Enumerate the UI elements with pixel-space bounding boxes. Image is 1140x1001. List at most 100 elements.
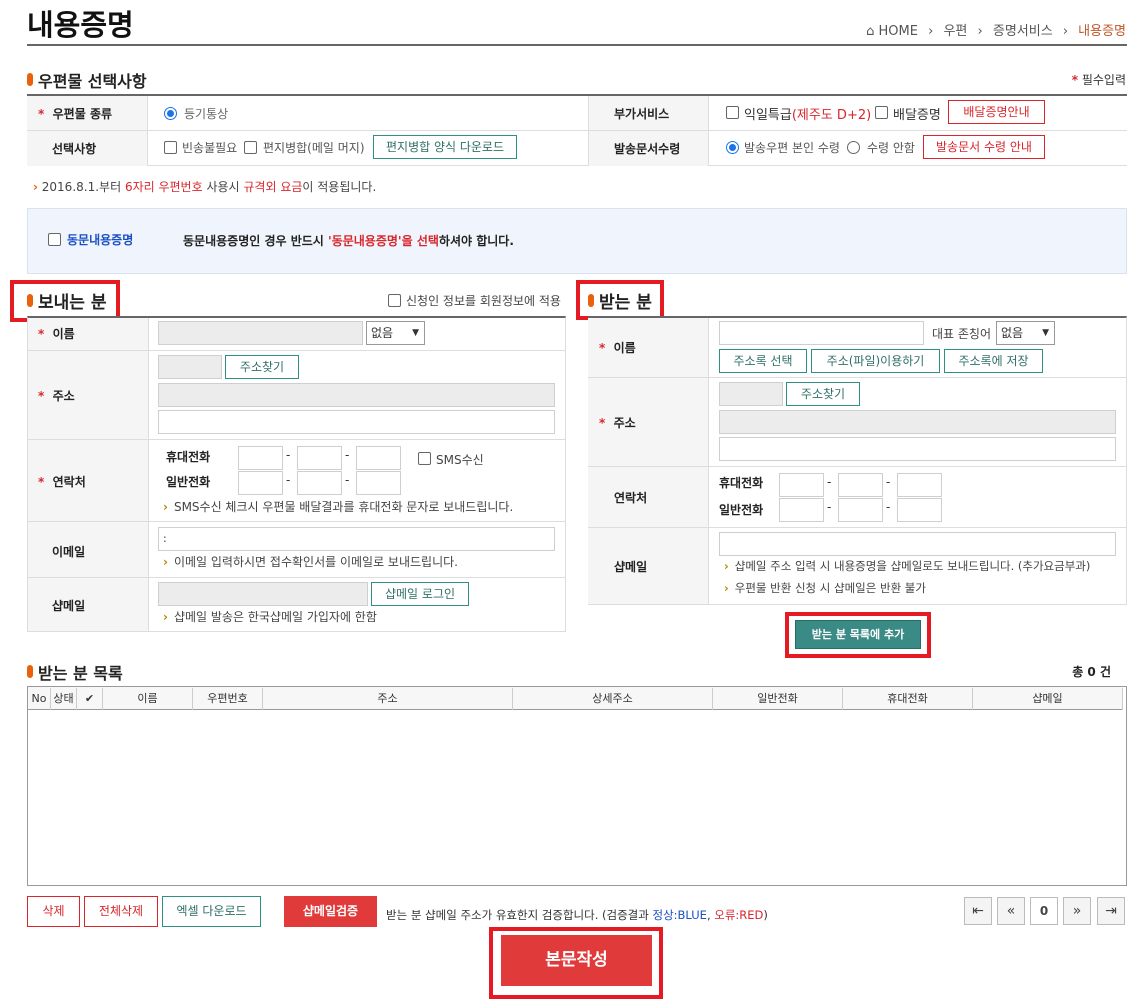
sms-label: SMS수신 [436,453,484,467]
home-icon[interactable]: ⌂ [866,24,874,39]
receiver-zipcode-input[interactable] [719,382,783,406]
receiver-phone-2[interactable] [838,498,883,522]
receiver-name-input[interactable] [719,321,924,345]
col-mobile: 휴대전화 [843,688,973,710]
receiver-phone-3[interactable] [897,498,942,522]
sender-email-input[interactable]: : [158,527,555,551]
receiver-title-highlight [576,280,664,320]
header-rule [27,44,1127,46]
sender-email-label: 이메일 [52,545,86,559]
col-check[interactable]: ✔ [77,688,103,710]
next-page-button[interactable]: » [1063,897,1091,925]
options-label: 선택사항 [52,142,97,156]
receiver-shopmail-input[interactable] [719,532,1116,556]
col-shopmail: 샵메일 [973,688,1123,710]
col-name: 이름 [103,688,193,710]
sender-shopmail-input[interactable] [158,582,368,606]
addressbook-save-button[interactable]: 주소록에 저장 [944,349,1043,373]
apply-member-checkbox[interactable] [388,294,401,307]
next-day-checkbox[interactable] [726,106,739,119]
chevron-right-icon: › [928,24,934,39]
col-address-detail: 상세주소 [513,688,713,710]
address-file-button[interactable]: 주소(파일)이용하기 [811,349,940,373]
sender-name-label: * 이름 [38,327,75,341]
receiver-phone-1[interactable] [779,498,824,522]
breadcrumb-item-cert[interactable]: 증명서비스 [993,24,1053,39]
prev-page-button[interactable]: « [997,897,1025,925]
col-no: No [28,688,51,710]
sender-title-select[interactable]: 없음 [366,321,425,345]
mail-type-value: 등기통상 [184,107,229,121]
same-content-checkbox[interactable] [48,233,61,246]
sender-phone-2[interactable] [297,471,342,495]
breadcrumb: ⌂ HOME › 우편 › 증명서비스 › 내용증명 [866,20,1126,39]
sender-mobile-label: 휴대전화 [166,450,211,464]
delete-button[interactable]: 삭제 [27,896,80,927]
receipt-guide-button[interactable]: 발송문서 수령 안내 [923,135,1045,159]
receiver-mobile-2[interactable] [838,473,883,497]
receipt-self-label: 발송우편 본인 수령 [744,141,840,155]
receiver-mobile-3[interactable] [897,473,942,497]
shopmail-hint: › 샵메일 발송은 한국샵메일 가입자에 한함 [163,610,377,624]
receiver-address-input[interactable] [719,410,1116,434]
sender-address-search-button[interactable]: 주소찾기 [225,355,299,379]
add-receiver-highlight [785,612,931,658]
sender-mobile-3[interactable] [356,446,401,470]
receipt-none-radio[interactable] [847,141,860,154]
addressbook-select-button[interactable]: 주소록 선택 [719,349,807,373]
receipt-self-radio[interactable] [726,141,739,154]
merge-checkbox[interactable] [244,141,257,154]
sender-contact-label: * 연락처 [38,475,86,489]
honorific-label: 대표 존칭어 [932,327,992,341]
receiver-mobile-label: 휴대전화 [719,476,764,490]
next-day-label: 익일특급(제주도 D+2) [744,108,872,123]
last-page-button[interactable]: ⇥ [1097,897,1125,925]
receiver-shopmail-hint-1: › 샵메일 주소 입력 시 내용증명을 샵메일로도 보내드립니다. (추가요금부과… [724,559,1091,573]
sender-name-input[interactable] [158,321,363,345]
receiver-address-detail-input[interactable] [719,437,1116,461]
sender-phone-label: 일반전화 [166,475,211,489]
sender-zipcode-input[interactable] [158,355,222,379]
receiver-list-title: 받는 분 목록 [38,664,123,683]
return-unneeded-checkbox[interactable] [164,141,177,154]
shopmail-verify-button[interactable]: 샵메일검증 [284,896,377,927]
sender-address-detail-input[interactable] [158,410,555,434]
honorific-select[interactable]: 없음 [996,321,1055,345]
required-marker: * [1071,73,1078,87]
apply-member-label: 신청인 정보를 회원정보에 적용 [406,294,561,308]
receiver-mobile-1[interactable] [779,473,824,497]
page-title: 내용증명 [27,8,134,42]
breadcrumb-item-current: 내용증명 [1078,24,1126,39]
sender-address-input[interactable] [158,383,555,407]
receiver-address-search-button[interactable]: 주소찾기 [786,382,860,406]
sms-checkbox[interactable] [418,452,431,465]
breadcrumb-item-post[interactable]: 우편 [943,24,967,39]
delivery-cert-label: 배달증명 [893,108,941,123]
sender-phone-3[interactable] [356,471,401,495]
breadcrumb-home[interactable]: HOME [879,24,918,39]
doc-receipt-label: 발송문서수령 [614,142,681,156]
delete-all-button[interactable]: 전체삭제 [84,896,158,927]
verify-desc: 받는 분 샵메일 주소가 유효한지 검증합니다. (검증결과 정상:BLUE, … [386,908,768,922]
page-number: 0 [1030,897,1058,925]
sender-mobile-2[interactable] [297,446,342,470]
delivery-cert-guide-button[interactable]: 배달증명안내 [948,100,1045,124]
delivery-cert-checkbox[interactable] [875,106,888,119]
col-status: 상태 [51,688,77,710]
excel-download-button[interactable]: 엑셀 다운로드 [162,896,261,927]
receiver-contact-label: 연락처 [614,491,648,505]
same-content-label: 동문내용증명 [67,233,134,247]
merge-download-button[interactable]: 편지병합 양식 다운로드 [373,135,517,159]
sender-mobile-1[interactable] [238,446,283,470]
same-content-desc: 동문내용증명인 경우 반드시 '동문내용증명'을 선택하셔야 합니다. [183,234,514,248]
receiver-shopmail-hint-2: › 우편물 반환 신청 시 샵메일은 반환 불가 [724,581,926,595]
receiver-list-total: 총 0 건 [1072,665,1111,679]
sender-phone-1[interactable] [238,471,283,495]
receiver-shopmail-label: 샵메일 [614,560,648,574]
chevron-right-icon: › [977,24,983,39]
shopmail-login-button[interactable]: 샵메일 로그인 [371,582,469,606]
mail-type-radio[interactable] [164,107,177,120]
sms-hint: › SMS수신 체크시 우편물 배달결과를 휴대전화 문자로 보내드립니다. [163,500,514,514]
first-page-button[interactable]: ⇤ [964,897,992,925]
sender-address-label: * 주소 [38,389,75,403]
